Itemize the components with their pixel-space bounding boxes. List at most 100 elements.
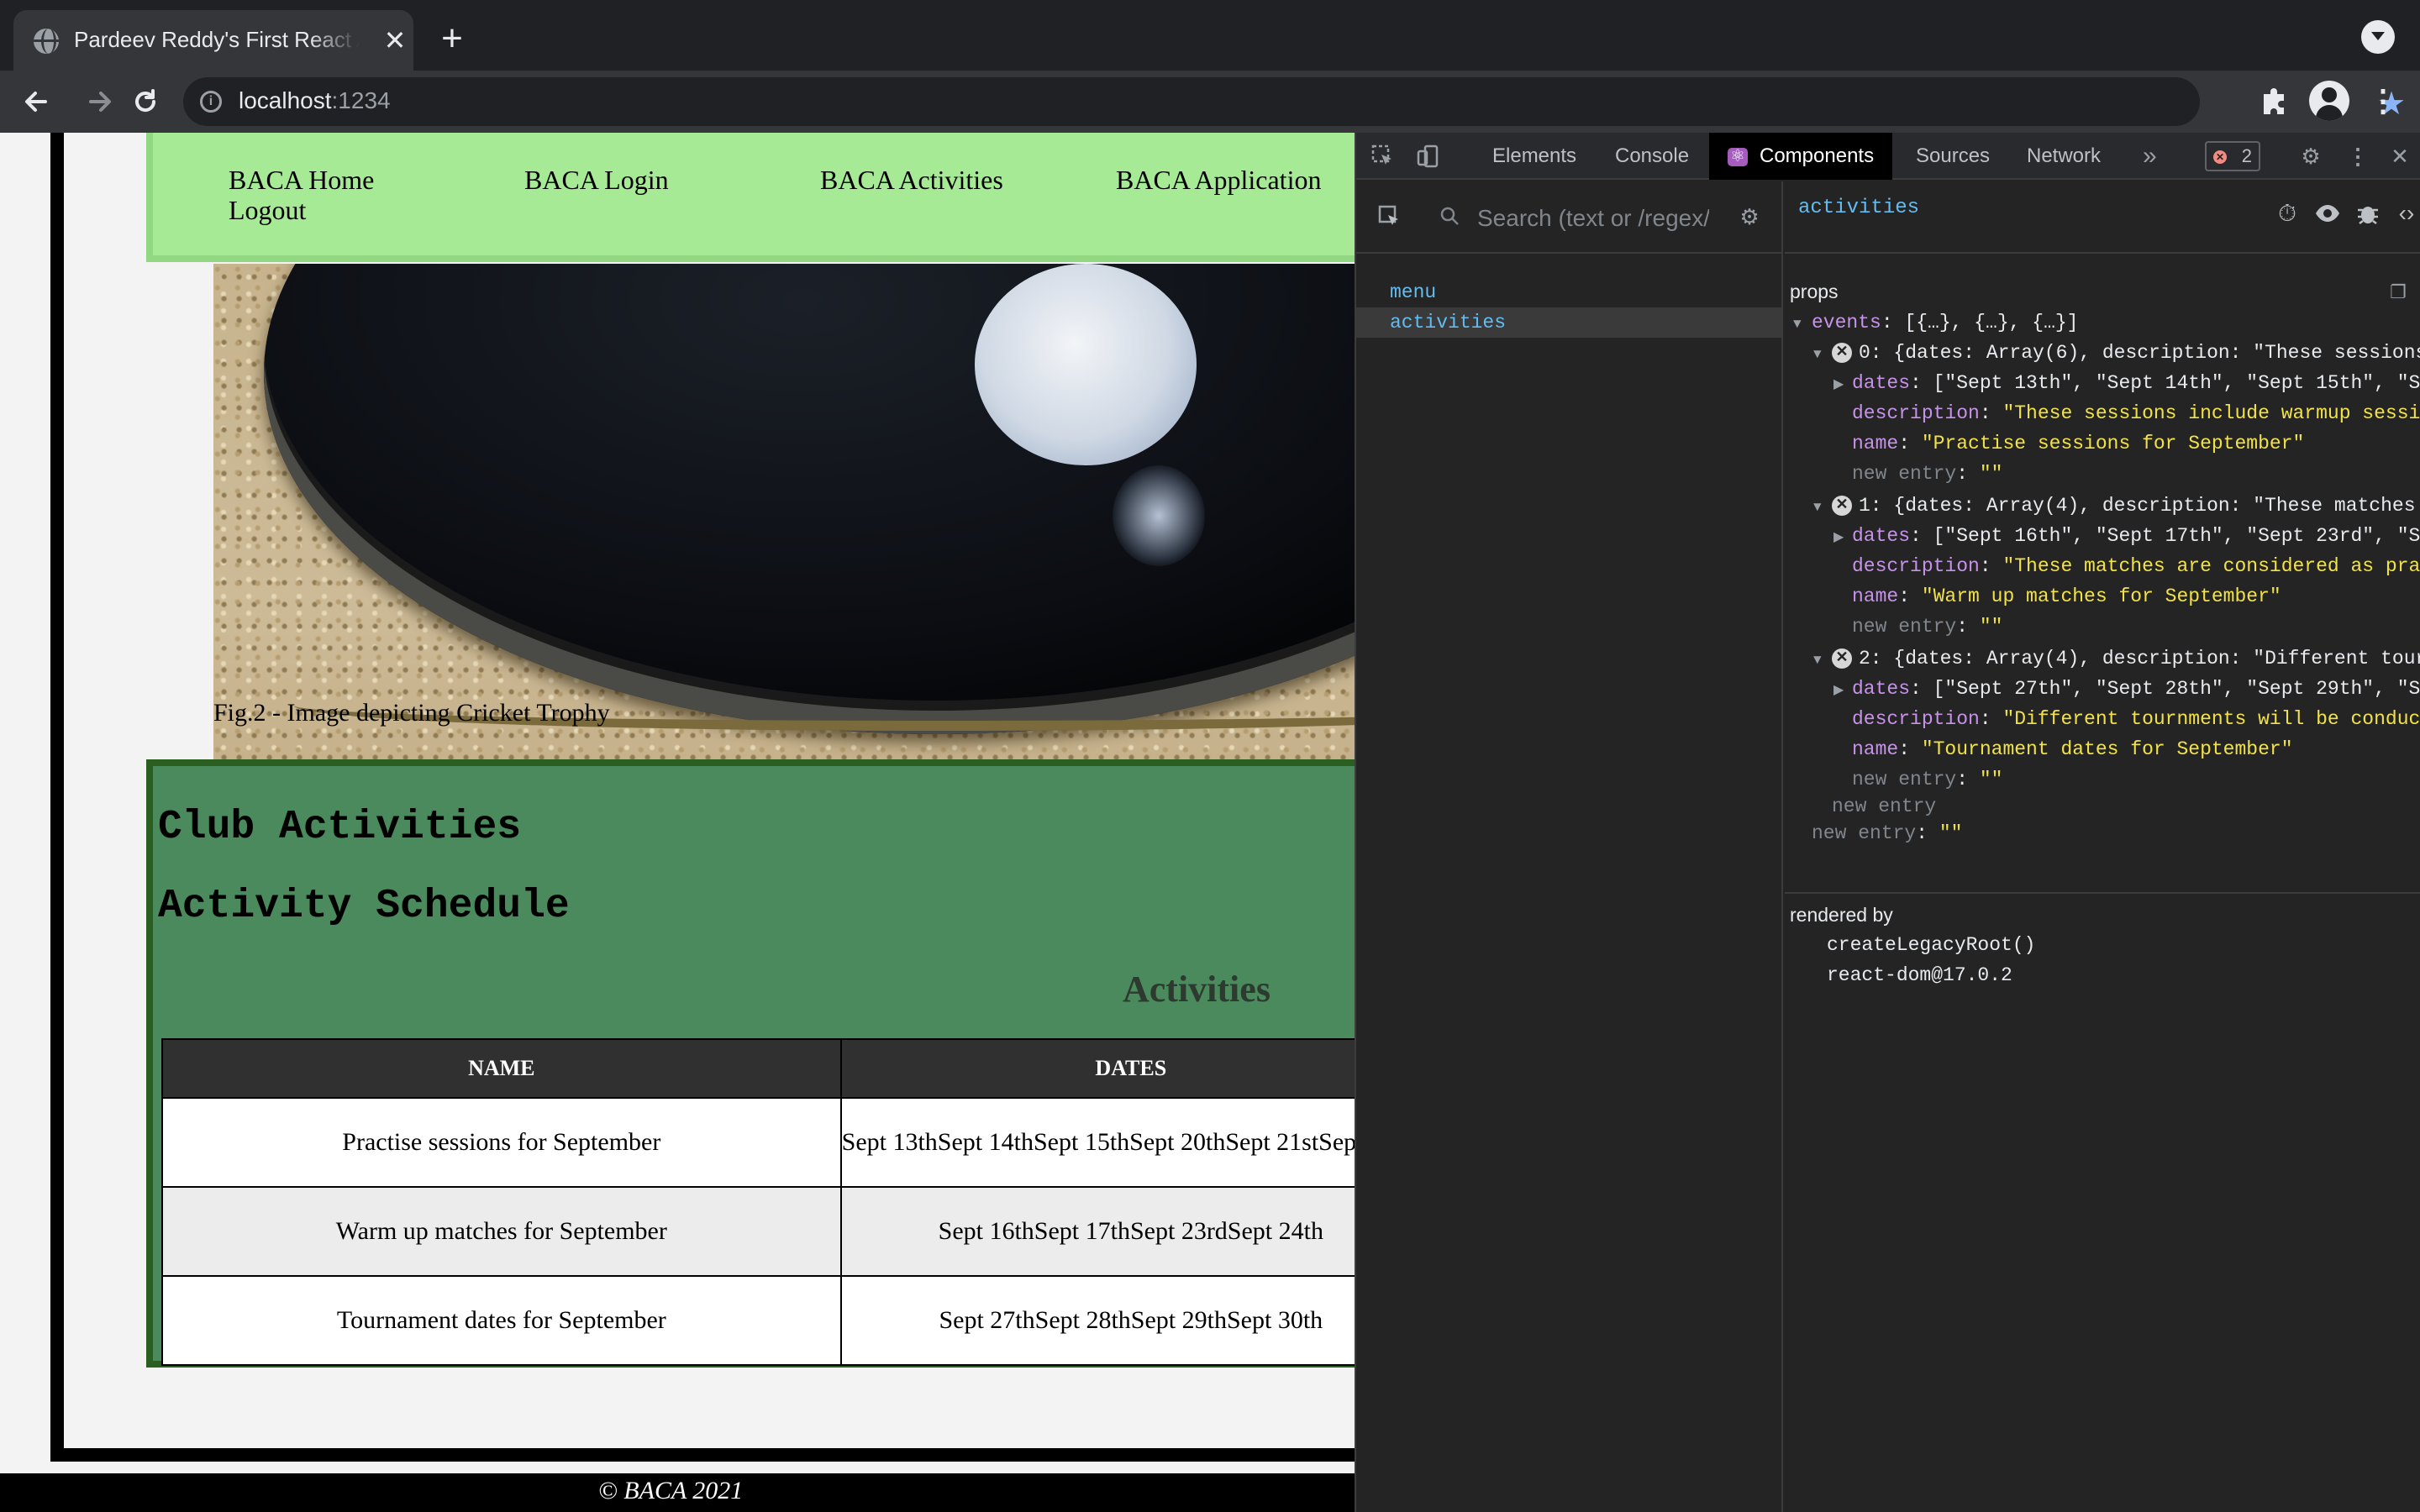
reload-button[interactable] — [126, 82, 165, 121]
prop-row-description[interactable]: description: "These sessions include war… — [1785, 398, 2420, 428]
kebab-menu-icon[interactable]: ⋮ — [2368, 82, 2398, 119]
inspect-element-icon[interactable] — [1370, 143, 1397, 170]
nav-link-activities[interactable]: BACA Activities — [820, 165, 1003, 196]
device-toolbar-icon[interactable] — [1415, 143, 1442, 170]
collapsed-arrow-icon[interactable]: ▶ — [1833, 370, 1852, 398]
error-icon: ✕ — [2213, 150, 2227, 164]
stopwatch-icon[interactable]: ⏱ — [2272, 198, 2302, 228]
prop-row-new-entry[interactable]: new entry: "" — [1785, 764, 2420, 795]
tab-network[interactable]: Network — [2027, 133, 2101, 180]
page-viewport: BACA Home Logout BACA Login BACA Activit… — [0, 133, 1355, 1512]
cell-dates: Sept 27thSept 28thSept 29thSept 30th — [839, 1275, 1355, 1366]
footer-text: © BACA 2021 — [598, 1477, 744, 1504]
close-devtools-icon[interactable]: ✕ — [2386, 143, 2413, 170]
cursor-icon — [1378, 205, 1398, 225]
devtools-tab-bar: Elements Console Components Sources Netw… — [1356, 133, 2420, 180]
component-settings-gear-icon[interactable]: ⚙ — [1736, 203, 1763, 230]
activity-schedule-title: Activity Schedule — [158, 884, 570, 929]
nav-link-application[interactable]: BACA Application — [1116, 165, 1321, 196]
source-code-icon[interactable]: ‹› — [2391, 198, 2420, 228]
delete-entry-icon[interactable]: ✕ — [1832, 648, 1852, 669]
more-tabs-button[interactable]: » — [2143, 133, 2157, 180]
error-count: 2 — [2241, 145, 2252, 166]
figure-caption: Fig.2 - Image depicting Cricket Trophy — [213, 699, 610, 727]
prop-row-description[interactable]: description: "These matches are consider… — [1785, 551, 2420, 581]
tab-console[interactable]: Console — [1615, 133, 1689, 180]
collapsed-arrow-icon[interactable]: ▶ — [1833, 522, 1852, 551]
error-count-badge[interactable]: ✕ 2 — [2205, 141, 2260, 171]
selected-component-bar: activities ⏱ ‹› — [1785, 181, 2420, 254]
tab-elements[interactable]: Elements — [1492, 133, 1576, 180]
reload-icon — [135, 89, 156, 113]
column-header-dates: DATES — [839, 1038, 1355, 1099]
club-activities-title: Club Activities — [158, 805, 522, 850]
nav-link-logout[interactable]: Logout — [229, 195, 306, 226]
prop-row-dates[interactable]: ▶ dates: ["Sept 27th", "Sept 28th", "Sept… — [1785, 674, 2420, 704]
forward-button[interactable] — [81, 82, 119, 121]
prop-row-events[interactable]: ▼ events: [{…}, {…}, {…}] — [1785, 307, 2420, 338]
devtools-menu-icon[interactable]: ⋮ — [2344, 143, 2371, 170]
tree-item-menu[interactable]: menu — [1356, 277, 1781, 307]
cursor-icon — [1371, 144, 1392, 165]
tab-close-icon[interactable]: ✕ — [380, 25, 410, 55]
tab-title: Pardeev Reddy's First React App — [74, 27, 360, 52]
prop-row-dates[interactable]: ▶ dates: ["Sept 16th", "Sept 17th", "Sept… — [1785, 521, 2420, 551]
cell-dates: Sept 13thSept 14thSept 15thSept 20thSept… — [839, 1097, 1355, 1188]
nav-link-home[interactable]: BACA Home — [229, 165, 374, 196]
expanded-arrow-icon[interactable]: ▼ — [1813, 492, 1832, 521]
new-tab-button[interactable]: + — [434, 20, 471, 57]
prop-row-new-entry[interactable]: new entry: "" — [1785, 459, 2420, 489]
search-icon — [1437, 203, 1464, 230]
prop-row-name[interactable]: name: "Practise sessions for September" — [1785, 428, 2420, 459]
prop-row-new-array-entry[interactable]: new entry — [1785, 791, 2420, 822]
prop-row-event-0[interactable]: ▼ ✕ 0: {dates: Array(6), description: "The… — [1785, 338, 2420, 368]
copy-icon[interactable]: ❐ — [2386, 281, 2410, 304]
puzzle-icon[interactable] — [2255, 82, 2292, 119]
url-text[interactable]: localhost:1234 — [239, 87, 391, 116]
arrow-right-icon — [89, 92, 111, 112]
info-icon[interactable]: i — [200, 91, 222, 113]
eye-icon[interactable] — [2312, 198, 2343, 228]
table-header-row: NAME DATES — [161, 1038, 1355, 1099]
url-port: :1234 — [331, 87, 391, 113]
prop-row-name[interactable]: name: "Tournament dates for September" — [1785, 734, 2420, 764]
tab-components[interactable]: Components — [1709, 133, 1893, 180]
expanded-arrow-icon[interactable]: ▼ — [1813, 339, 1832, 368]
rendered-by-item[interactable]: react-dom@17.0.2 — [1827, 964, 2012, 986]
prop-row-name[interactable]: name: "Warm up matches for September" — [1785, 581, 2420, 612]
profile-icon[interactable] — [2309, 81, 2349, 121]
select-component-icon[interactable] — [1376, 203, 1403, 230]
prop-row-dates[interactable]: ▶ dates: ["Sept 13th", "Sept 14th", "Sept… — [1785, 368, 2420, 398]
rendered-by-label: rendered by — [1790, 904, 1893, 926]
page-footer: © BACA 2021 — [0, 1473, 1355, 1512]
address-bar[interactable]: i localhost:1234 ★ — [183, 77, 2406, 126]
prop-row-description[interactable]: description: "Different tournments will … — [1785, 704, 2420, 734]
prop-row-event-2[interactable]: ▼ ✕ 2: {dates: Array(4), description: "Dif… — [1785, 643, 2420, 674]
prop-row-event-1[interactable]: ▼ ✕ 1: {dates: Array(4), description: "The… — [1785, 491, 2420, 521]
rendered-by-item[interactable]: createLegacyRoot() — [1827, 934, 2035, 956]
browser-tab[interactable]: Pardeev Reddy's First React App ✕ — [13, 10, 413, 71]
expanded-arrow-icon[interactable]: ▼ — [1813, 645, 1832, 674]
prop-row-new-prop-entry[interactable]: new entry: "" — [1785, 818, 2420, 848]
browser-toolbar: i localhost:1234 ★ ⋮ — [0, 71, 2420, 133]
component-search-input[interactable] — [1477, 203, 1709, 234]
column-header-name: NAME — [161, 1038, 842, 1099]
react-icon — [1728, 144, 1748, 168]
back-button[interactable] — [17, 82, 55, 121]
collapsed-arrow-icon[interactable]: ▶ — [1833, 675, 1852, 704]
bug-icon[interactable] — [2353, 198, 2383, 228]
page-border — [50, 133, 64, 1462]
tree-item-activities[interactable]: activities — [1356, 307, 1781, 338]
prop-row-new-entry[interactable]: new entry: "" — [1785, 612, 2420, 642]
settings-gear-icon[interactable]: ⚙ — [2297, 143, 2324, 170]
expanded-arrow-icon[interactable]: ▼ — [1793, 309, 1812, 338]
tab-search-button[interactable] — [2361, 20, 2395, 54]
magnifier-icon — [1440, 207, 1459, 225]
delete-entry-icon[interactable]: ✕ — [1832, 342, 1852, 363]
page-border-bottom — [50, 1448, 1355, 1462]
activities-heading: Activities — [1123, 969, 1270, 1010]
delete-entry-icon[interactable]: ✕ — [1832, 495, 1852, 516]
tab-sources[interactable]: Sources — [1916, 133, 1990, 180]
cell-name: Practise sessions for September — [161, 1097, 842, 1188]
nav-link-login[interactable]: BACA Login — [524, 165, 669, 196]
